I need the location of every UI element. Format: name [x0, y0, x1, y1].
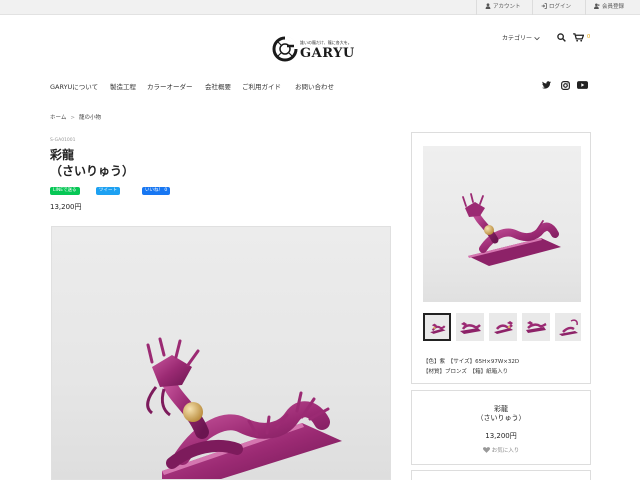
breadcrumb-separator-icon: > — [70, 115, 75, 121]
account-link[interactable]: アカウント — [476, 0, 529, 15]
dragon-thumbnail-image — [494, 321, 513, 334]
login-icon — [541, 3, 547, 9]
nav-item-guide[interactable]: ご利用ガイド — [242, 81, 281, 91]
logo-wordmark: GARYU — [300, 46, 355, 61]
gallery-thumbnail[interactable] — [423, 313, 451, 341]
purchase-options-card — [411, 470, 591, 480]
dragon-thumbnail-image — [460, 322, 481, 334]
dragon-thumbnail-image — [526, 321, 547, 333]
gallery-thumbnail[interactable] — [489, 313, 517, 341]
login-link[interactable]: ログイン — [532, 0, 579, 15]
gallery-thumbnail[interactable] — [456, 313, 484, 341]
spec-material-box: 【材質】ブロンズ 【箱】紙箱入り — [423, 369, 509, 375]
product-main-image[interactable] — [51, 226, 391, 480]
nav-item-process[interactable]: 製造工程 — [110, 81, 136, 91]
product-price: 13,200円 — [50, 203, 82, 211]
purchase-price: 13,200円 — [485, 432, 517, 440]
heart-icon — [482, 447, 490, 453]
utility-bar: アカウント ログイン 会員登録 — [0, 0, 640, 15]
favorite-button[interactable]: お気に入り — [412, 446, 590, 454]
gallery-thumbnail[interactable] — [522, 313, 550, 341]
instagram-icon[interactable] — [561, 81, 570, 90]
breadcrumb-home[interactable]: ホーム — [50, 115, 66, 121]
user-plus-icon — [594, 3, 600, 9]
dragon-thumbnail-image — [559, 319, 578, 336]
product-title-line2: （さいりゅう） — [50, 164, 135, 178]
product-title-line1: 彩龍 — [50, 148, 75, 162]
purchase-card: 彩龍 （さいりゅう） 13,200円 お気に入り — [411, 390, 591, 465]
search-icon[interactable] — [557, 33, 566, 42]
purchase-product-reading: （さいりゅう） — [476, 414, 526, 422]
cart-count: 0 — [587, 34, 591, 40]
dragon-figurine-image — [462, 193, 561, 266]
breadcrumb: ホーム > 龍の小物 — [50, 113, 101, 121]
garyu-emblem-icon — [272, 36, 298, 62]
cart-icon[interactable] — [573, 33, 584, 42]
site-logo[interactable]: 誰いの龍だけ、龍に各大を。 GARYU — [272, 36, 372, 62]
breadcrumb-current[interactable]: 龍の小物 — [79, 115, 101, 121]
nav-item-color-order[interactable]: カラーオーダー — [147, 81, 193, 91]
gallery-thumbnail[interactable] — [555, 313, 581, 341]
gallery-main-image[interactable] — [423, 146, 581, 302]
signup-link[interactable]: 会員登録 — [585, 0, 632, 15]
chevron-down-icon — [534, 37, 540, 41]
spec-color-size: 【色】紫 【サイズ】65H×97W×32D — [423, 359, 520, 365]
nav-item-about[interactable]: GARYUについて — [50, 81, 98, 91]
product-title: 彩龍 （さいりゅう） — [50, 147, 134, 179]
nav-item-contact[interactable]: お問い合わせ — [295, 81, 334, 91]
nav-item-company[interactable]: 会社概要 — [205, 81, 231, 91]
product-sku: S-GA01001 — [50, 138, 76, 143]
facebook-like-button[interactable]: いいね！ 0 — [142, 187, 171, 195]
dragon-figurine-image — [146, 337, 342, 479]
product-gallery-card: 【色】紫 【サイズ】65H×97W×32D 【材質】ブロンズ 【箱】紙箱入り — [411, 132, 591, 384]
twitter-icon[interactable] — [542, 81, 551, 89]
dragon-thumbnail-image — [430, 323, 446, 334]
category-dropdown[interactable]: カテゴリー — [502, 33, 540, 42]
line-share-button[interactable]: LINEで送る — [50, 187, 80, 195]
youtube-icon[interactable] — [577, 81, 588, 89]
tweet-button[interactable]: ツイート — [96, 187, 120, 195]
product-specs: 【色】紫 【サイズ】65H×97W×32D 【材質】ブロンズ 【箱】紙箱入り — [423, 357, 519, 377]
user-icon — [485, 3, 491, 9]
